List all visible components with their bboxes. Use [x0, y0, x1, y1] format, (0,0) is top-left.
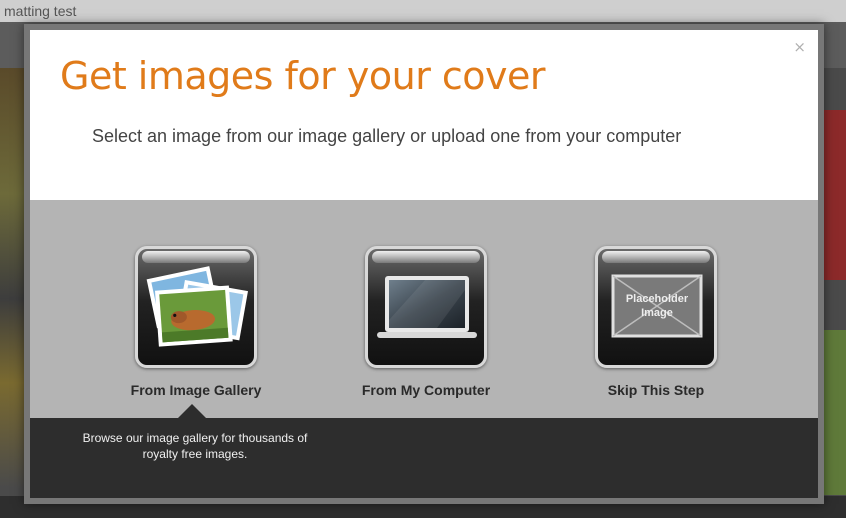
background-page-title: matting test [4, 3, 77, 19]
laptop-icon [377, 276, 477, 338]
pointer-arrow [178, 404, 206, 418]
placeholder-image-icon: Placeholder Image [611, 274, 703, 338]
option-label[interactable]: From My Computer [326, 382, 526, 398]
option-description-panel: Browse our image gallery for thousands o… [30, 404, 818, 498]
cover-image-dialog: × Get images for your cover Select an im… [24, 24, 824, 504]
background-right-thumbnail [822, 330, 846, 495]
option-image-gallery[interactable]: From Image Gallery [96, 246, 296, 398]
option-label[interactable]: From Image Gallery [96, 382, 296, 398]
dialog-body: × Get images for your cover Select an im… [30, 30, 818, 498]
option-tile[interactable] [135, 246, 257, 368]
background-right-thumbnail [822, 110, 846, 280]
option-tile[interactable] [365, 246, 487, 368]
option-tile[interactable]: Placeholder Image [595, 246, 717, 368]
dialog-title: Get images for your cover [60, 54, 546, 98]
photo-stack-icon [146, 266, 248, 347]
dialog-subtitle: Select an image from our image gallery o… [92, 126, 682, 146]
placeholder-text-line2: Image [641, 307, 673, 319]
placeholder-text-line1: Placeholder [626, 293, 689, 305]
image-source-options: From Image Gallery From My Computer Plac… [30, 200, 818, 418]
close-button[interactable]: × [793, 38, 806, 56]
option-label[interactable]: Skip This Step [556, 382, 756, 398]
option-my-computer[interactable]: From My Computer [326, 246, 526, 398]
option-skip-step[interactable]: Placeholder Image Skip This Step [556, 246, 756, 398]
dialog-header: × Get images for your cover Select an im… [30, 30, 818, 200]
option-description: Browse our image gallery for thousands o… [82, 431, 308, 461]
background-topbar: matting test [0, 0, 846, 22]
